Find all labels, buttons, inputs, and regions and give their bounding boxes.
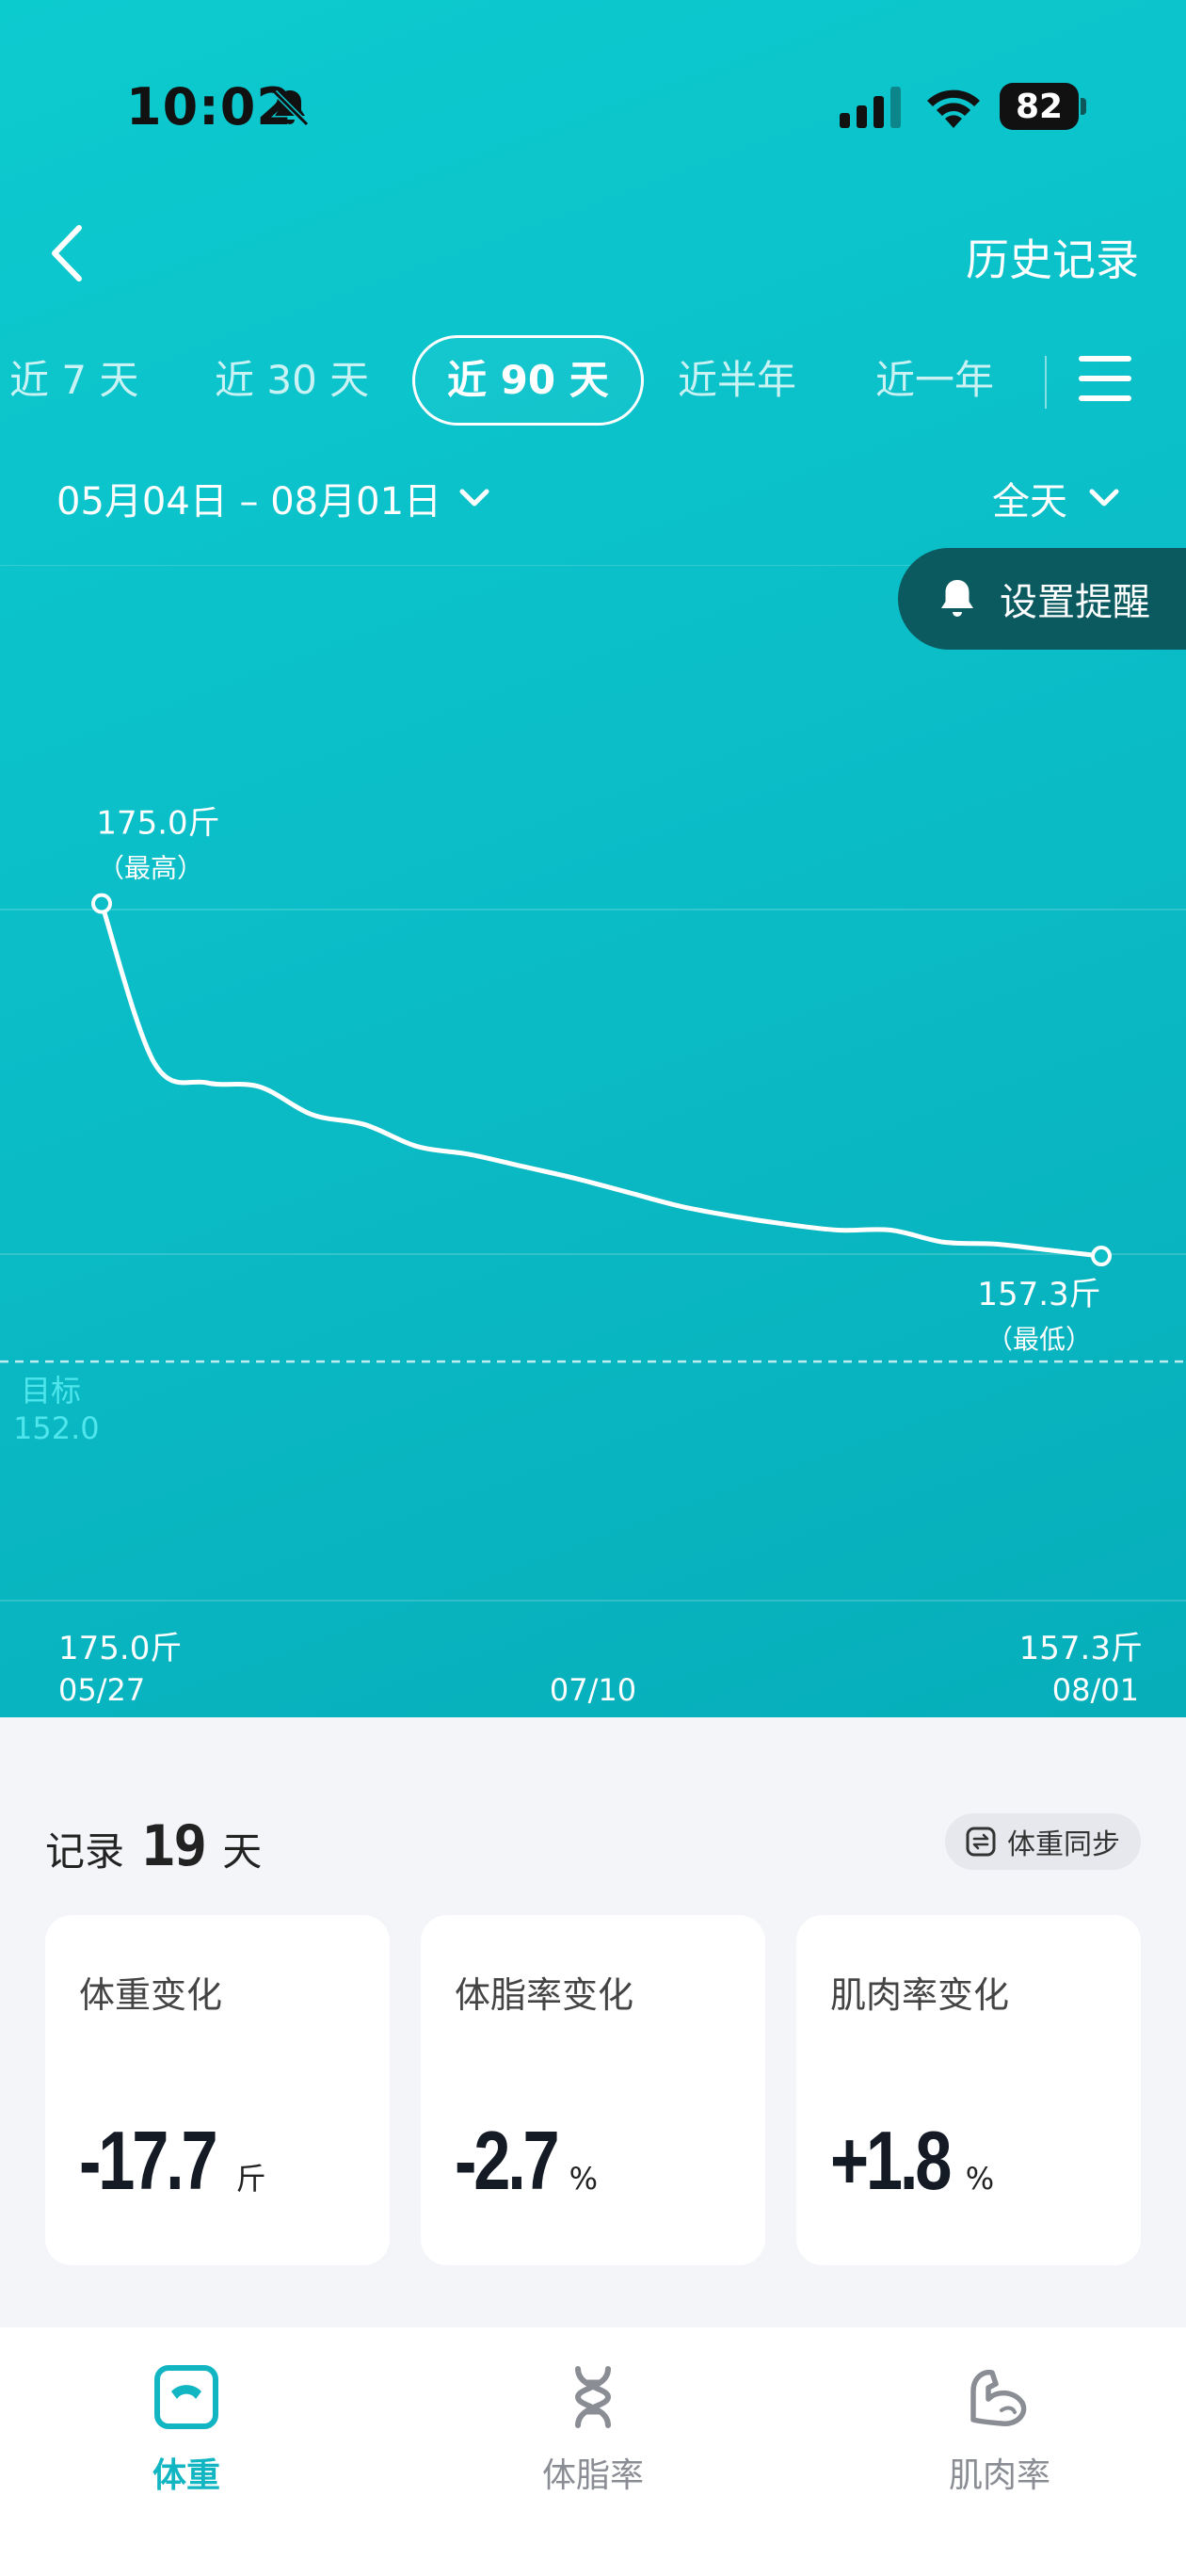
dna-icon [574, 2366, 612, 2428]
weight-sync-label: 体重同步 [1007, 1828, 1120, 1861]
nav-body-fat[interactable]: 体脂率 [452, 2363, 734, 2497]
card-value: +1.8 % [830, 2113, 994, 2209]
set-reminder-label: 设置提醒 [1000, 581, 1150, 624]
weight-trend-line [99, 901, 1104, 1259]
chevron-down-icon [459, 489, 489, 507]
nav-weight[interactable]: 体重 [45, 2363, 328, 2497]
battery-indicator: 82 [1000, 83, 1086, 130]
x-tick-label: 05/27 [58, 1672, 145, 1708]
header-panel: 10:02 82 历史记录 近 7 天 近 30 天 近 90 天 近半年 近一… [0, 0, 1186, 1717]
battery-level: 82 [1000, 83, 1079, 130]
time-of-day-text: 全天 [992, 480, 1067, 523]
card-value: -17.7 斤 [79, 2113, 266, 2209]
weight-history-screen: 10:02 82 历史记录 近 7 天 近 30 天 近 90 天 近半年 近一… [0, 0, 1186, 2576]
weight-change-value: -17.7 [79, 2114, 218, 2207]
weight-change-unit: 斤 [235, 2161, 266, 2197]
target-value: 152.0 [13, 1410, 100, 1446]
tab-90-days[interactable]: 近 90 天 [412, 335, 644, 426]
chevron-down-icon [1089, 489, 1119, 507]
muscle-arm-icon [970, 2369, 1027, 2426]
min-point[interactable] [1091, 1246, 1112, 1267]
muscle-change-unit: % [965, 2161, 995, 2197]
date-range-text: 05月04日 – 08月01日 [56, 480, 442, 523]
body-fat-change-unit: % [569, 2161, 599, 2197]
tab-30-days[interactable]: 近 30 天 [215, 335, 369, 426]
history-records-link[interactable]: 历史记录 [966, 226, 1139, 288]
weight-change-card[interactable]: 体重变化 -17.7 斤 [45, 1915, 390, 2265]
menu-icon[interactable] [1079, 354, 1131, 403]
scale-icon [154, 2365, 218, 2429]
min-note-label: （最低） [986, 1324, 1092, 1355]
end-value-label: 157.3斤 [1019, 1630, 1143, 1667]
target-label: 目标 [21, 1373, 81, 1409]
nav-weight-label: 体重 [152, 2456, 220, 2495]
weight-trend-chart: 目标 152.0 175.0斤 （最高） 157.3斤 （最低） 175.0斤 … [0, 565, 1186, 1708]
card-title: 体重变化 [79, 1974, 223, 2016]
change-cards: 体重变化 -17.7 斤 体脂率变化 -2.7 % 肌肉率变化 +1.8 % [45, 1915, 1141, 2265]
back-arrow-icon[interactable] [43, 222, 90, 284]
tab-divider [1045, 356, 1047, 409]
muscle-change-card[interactable]: 肌肉率变化 +1.8 % [796, 1915, 1141, 2265]
nav-muscle-label: 肌肉率 [948, 2456, 1050, 2495]
records-number: 19 [141, 1813, 207, 1879]
cellular-signal-icon [840, 87, 901, 128]
time-of-day-selector[interactable]: 全天 [992, 471, 1120, 525]
battery-tip [1081, 98, 1086, 115]
bell-muted-icon [272, 89, 310, 127]
nav-muscle[interactable]: 肌肉率 [858, 2363, 1141, 2497]
max-point[interactable] [91, 893, 112, 914]
start-value-label: 175.0斤 [58, 1630, 182, 1667]
tab-half-year[interactable]: 近半年 [678, 335, 796, 426]
max-note-label: （最高） [98, 853, 203, 884]
records-count: 记录 19 天 [45, 1813, 262, 1879]
card-value: -2.7 % [455, 2113, 598, 2209]
x-tick-label: 08/01 [1052, 1672, 1139, 1708]
muscle-change-value: +1.8 [830, 2114, 952, 2207]
body-fat-change-value: -2.7 [455, 2114, 560, 2207]
bottom-navigation: 体重 体脂率 肌肉率 [0, 2327, 1186, 2576]
records-prefix: 记录 [45, 1828, 125, 1875]
tab-7-days[interactable]: 近 7 天 [9, 335, 138, 426]
sync-icon [966, 1827, 996, 1857]
date-range-selector[interactable]: 05月04日 – 08月01日 [56, 471, 490, 525]
period-tabs: 近 7 天 近 30 天 近 90 天 近半年 近一年 [0, 335, 1186, 426]
tab-one-year[interactable]: 近一年 [875, 335, 994, 426]
set-reminder-button[interactable]: 设置提醒 [898, 548, 1186, 650]
weight-sync-button[interactable]: 体重同步 [945, 1813, 1141, 1870]
max-value-label: 175.0斤 [96, 805, 219, 843]
nav-body-fat-label: 体脂率 [541, 2456, 644, 2495]
bell-icon [941, 580, 973, 617]
card-title: 肌肉率变化 [830, 1974, 1010, 2016]
body-fat-change-card[interactable]: 体脂率变化 -2.7 % [421, 1915, 765, 2265]
wifi-icon [927, 89, 980, 128]
x-tick-label: 07/10 [550, 1672, 636, 1708]
min-value-label: 157.3斤 [977, 1276, 1100, 1313]
records-suffix: 天 [222, 1828, 263, 1875]
card-title: 体脂率变化 [455, 1974, 634, 2016]
